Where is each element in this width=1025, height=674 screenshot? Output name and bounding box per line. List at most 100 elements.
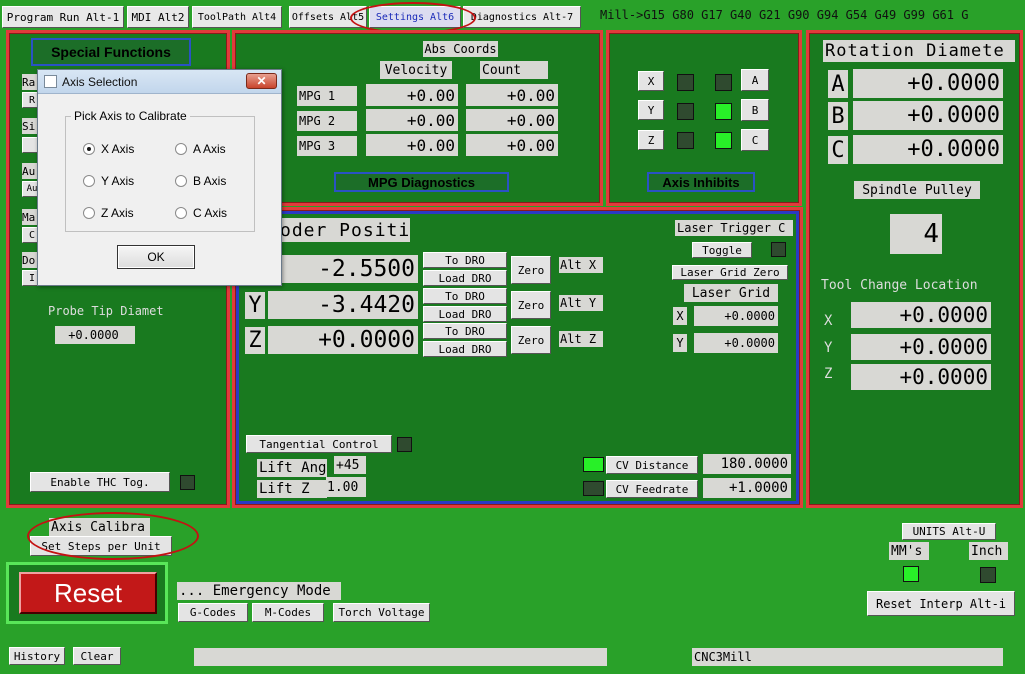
zero-x-button[interactable]: Zero [511, 256, 551, 284]
tab-program-run[interactable]: Program Run Alt-1 [2, 6, 124, 28]
encoder-title: oder Positi [262, 218, 410, 242]
to-dro-x-button[interactable]: To DRO [423, 252, 507, 268]
probe-tip-label: Probe Tip Diamet [48, 304, 164, 318]
load-dro-z-button[interactable]: Load DRO [423, 341, 507, 357]
spindle-pulley-field[interactable]: 4 [890, 214, 942, 254]
enable-thc-button[interactable]: Enable THC Tog. [30, 472, 170, 492]
radio-b-axis[interactable]: B Axis [175, 174, 226, 188]
abs-coords-label: Abs Coords [423, 41, 498, 57]
mpg-row-label: MPG 3 [297, 136, 357, 156]
mpg3-velocity[interactable]: +0.00 [366, 134, 458, 156]
alt-z-label: Alt Z [559, 331, 603, 347]
laser-x-label: X [673, 307, 687, 325]
load-dro-x-button[interactable]: Load DRO [423, 270, 507, 286]
radio-y-axis[interactable]: Y Axis [83, 174, 134, 188]
laser-grid-zero-button[interactable]: Laser Grid Zero [672, 265, 788, 280]
radio-c-axis[interactable]: C Axis [175, 206, 227, 220]
lift-angle-field[interactable]: +45 [334, 456, 366, 474]
units-button[interactable]: UNITS Alt-U [902, 523, 996, 540]
window-icon [44, 75, 57, 88]
gcodes-button[interactable]: G-Codes [178, 603, 248, 622]
laser-grid-x[interactable]: +0.0000 [694, 306, 778, 326]
cv-distance-led [583, 457, 604, 472]
radio-a-axis[interactable]: A Axis [175, 142, 226, 156]
enc-x-value[interactable]: -2.5500 [268, 255, 418, 283]
reset-interp-button[interactable]: Reset Interp Alt-i [867, 591, 1015, 616]
radio-dot-icon [175, 143, 187, 155]
tab-toolpath[interactable]: ToolPath Alt4 [192, 6, 282, 28]
tab-mdi[interactable]: MDI Alt2 [127, 6, 189, 28]
radio-dot-icon [83, 143, 95, 155]
zero-z-button[interactable]: Zero [511, 326, 551, 354]
rot-axis-label: B [828, 102, 848, 130]
inhibit-x-button[interactable]: X [638, 71, 664, 91]
tab-offsets[interactable]: Offsets Alt5 [289, 6, 367, 28]
zero-y-button[interactable]: Zero [511, 291, 551, 319]
tool-change-x[interactable]: +0.0000 [851, 302, 991, 328]
alt-x-label: Alt X [559, 257, 603, 273]
close-icon[interactable]: ✕ [246, 73, 277, 89]
axis-inhibits-button[interactable]: Axis Inhibits [647, 172, 755, 192]
radio-x-axis[interactable]: X Axis [83, 142, 134, 156]
rot-c-value[interactable]: +0.0000 [853, 135, 1003, 164]
mpg1-velocity[interactable]: +0.00 [366, 84, 458, 106]
lift-z-field[interactable]: 1.00 [326, 477, 366, 497]
inch-label: Inch [969, 542, 1008, 560]
mpg3-count[interactable]: +0.00 [466, 134, 558, 156]
special-functions-button[interactable]: Special Functions [31, 38, 191, 66]
cv-feedrate-field[interactable]: +1.0000 [703, 478, 791, 498]
mpg2-velocity[interactable]: +0.00 [366, 109, 458, 131]
enc-z-value[interactable]: +0.0000 [268, 326, 418, 354]
to-dro-z-button[interactable]: To DRO [423, 323, 507, 339]
load-dro-y-button[interactable]: Load DRO [423, 306, 507, 322]
enc-y-value[interactable]: -3.4420 [268, 291, 418, 319]
axis-group-label: Pick Axis to Calibrate [71, 109, 190, 123]
set-steps-per-unit-button[interactable]: Set Steps per Unit [30, 536, 172, 556]
inhibit-c-button[interactable]: C [741, 129, 769, 151]
mpg-diagnostics-button[interactable]: MPG Diagnostics [334, 172, 509, 192]
to-dro-y-button[interactable]: To DRO [423, 288, 507, 304]
inch-led [980, 567, 996, 583]
radio-label: X Axis [101, 142, 135, 156]
rot-b-value[interactable]: +0.0000 [853, 101, 1003, 130]
probe-tip-field[interactable]: +0.0000 [55, 326, 135, 344]
ok-button[interactable]: OK [117, 245, 195, 269]
radio-dot-icon [175, 207, 187, 219]
torch-voltage-button[interactable]: Torch Voltage [333, 603, 430, 622]
tool-change-y[interactable]: +0.0000 [851, 334, 991, 360]
radio-label: Y Axis [101, 174, 135, 188]
axis-calibration-label: Axis Calibra [49, 518, 150, 536]
laser-y-label: Y [673, 334, 687, 352]
tab-diagnostics[interactable]: Diagnostics Alt-7 [463, 6, 581, 28]
mpg2-count[interactable]: +0.00 [466, 109, 558, 131]
inhibit-b-button[interactable]: B [741, 99, 769, 121]
mcodes-button[interactable]: M-Codes [252, 603, 324, 622]
modal-status-line: Mill->G15 G80 G17 G40 G21 G90 G94 G54 G4… [600, 8, 969, 22]
laser-trigger-label: Laser Trigger C [675, 220, 793, 236]
clear-button[interactable]: Clear [73, 647, 121, 665]
tool-axis-label: X [824, 313, 833, 329]
history-button[interactable]: History [9, 647, 65, 665]
radio-dot-icon [83, 175, 95, 187]
cv-distance-button[interactable]: CV Distance [606, 456, 698, 474]
cv-distance-field[interactable]: 180.0000 [703, 454, 791, 474]
inhibit-a-button[interactable]: A [741, 69, 769, 91]
reset-button[interactable]: Reset [19, 572, 157, 614]
cv-feedrate-button[interactable]: CV Feedrate [606, 480, 698, 498]
dialog-title: Axis Selection [62, 75, 138, 89]
tool-change-z[interactable]: +0.0000 [851, 364, 991, 390]
rot-a-value[interactable]: +0.0000 [853, 69, 1003, 98]
inhibit-y-button[interactable]: Y [638, 100, 664, 120]
lift-angle-label: Lift Ang [257, 459, 327, 477]
laser-toggle-led [771, 242, 786, 257]
radio-label: Z Axis [101, 206, 134, 220]
radio-z-axis[interactable]: Z Axis [83, 206, 134, 220]
laser-toggle-button[interactable]: Toggle [692, 242, 752, 258]
tangential-led [397, 437, 412, 452]
mpg1-count[interactable]: +0.00 [466, 84, 558, 106]
tab-settings[interactable]: Settings Alt6 [369, 6, 461, 28]
mpg-row-label: MPG 1 [297, 86, 357, 106]
laser-grid-y[interactable]: +0.0000 [694, 333, 778, 353]
inhibit-z-button[interactable]: Z [638, 130, 664, 150]
tangential-control-button[interactable]: Tangential Control [246, 435, 392, 453]
